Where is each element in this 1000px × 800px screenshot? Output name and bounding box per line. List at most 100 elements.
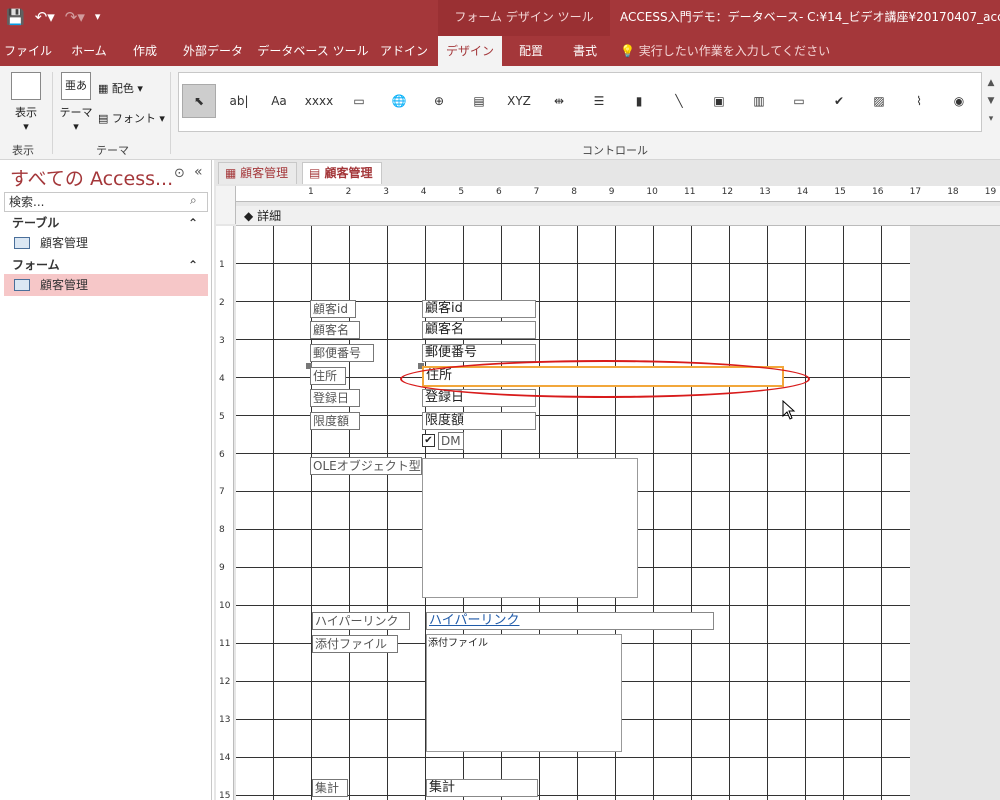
toggle-control-icon[interactable]: ▣ — [702, 84, 736, 118]
tab-arrange[interactable]: 配置 — [506, 36, 556, 66]
ruler-number: 12 — [219, 676, 231, 687]
rectangle-control-icon[interactable]: ▭ — [782, 84, 816, 118]
collapse-pane-icon[interactable]: « — [194, 164, 203, 180]
doc-tab-table[interactable]: ▦ 顧客管理 — [218, 162, 298, 184]
textbox-postal-code[interactable]: 郵便番号 — [422, 344, 536, 362]
label-attachment[interactable]: 添付ファイル — [312, 635, 398, 653]
tab-format[interactable]: 書式 — [560, 36, 610, 66]
view-button[interactable]: 表示 ▾ — [6, 72, 46, 133]
button-control-icon[interactable]: xxxx — [302, 84, 336, 118]
ruler-number: 10 — [219, 601, 231, 612]
checkbox-control-icon[interactable]: ✔ — [822, 84, 856, 118]
textbox-credit-limit[interactable]: 限度額 — [422, 412, 536, 430]
section-label: 詳細 — [257, 209, 282, 223]
nav-menu-icon[interactable]: ⊙ — [174, 166, 185, 181]
search-icon[interactable]: ⌕ — [190, 193, 197, 208]
group-divider — [170, 72, 171, 154]
ruler-number: 10 — [646, 187, 658, 197]
label-customer-name[interactable]: 顧客名 — [310, 321, 360, 339]
tab-addin[interactable]: アドイン — [374, 36, 434, 66]
undo-icon[interactable]: ↶▾ — [35, 6, 55, 28]
quick-access-toolbar: 💾 ↶▾ ↷▾ ▾ — [6, 6, 100, 28]
tab-file[interactable]: ファイル — [0, 36, 56, 66]
nav-group-tables[interactable]: テーブル ⌃ — [4, 213, 208, 233]
tab-external-data[interactable]: 外部データ — [174, 36, 252, 66]
lightbulb-icon: 💡 — [620, 44, 635, 58]
doc-tab-form[interactable]: ▤ 顧客管理 — [302, 162, 382, 184]
tab-control-control-icon[interactable]: ▭ — [342, 84, 376, 118]
theme-button-label: テーマ — [59, 106, 93, 119]
redo-icon[interactable]: ↷▾ — [65, 6, 85, 28]
ribbon-tab-row: ファイル ホーム 作成 外部データ データベース ツール アドイン デザイン 配… — [0, 36, 1000, 66]
font-button[interactable]: ▤ フォント ▾ — [98, 110, 165, 126]
ruler-number: 19 — [984, 187, 997, 197]
view-button-label: 表示 — [15, 106, 37, 119]
textbox-summary[interactable]: 集計 — [426, 779, 538, 797]
navigation-control-icon[interactable]: ▤ — [462, 84, 496, 118]
label-registered-date[interactable]: 登録日 — [310, 389, 360, 407]
nav-item-table-customer[interactable]: 顧客管理 — [4, 232, 208, 254]
tell-me-box[interactable]: 💡 実行したい作業を入力してください — [620, 36, 830, 66]
customize-qat-icon[interactable]: ▾ — [95, 6, 101, 28]
option-group-control-icon[interactable]: XYZ — [502, 84, 536, 118]
tab-design[interactable]: デザイン — [438, 36, 502, 66]
ole-object-frame[interactable] — [422, 458, 638, 598]
textbox-customer-id[interactable]: 顧客id — [422, 300, 536, 318]
label-customer-id[interactable]: 顧客id — [310, 300, 356, 318]
form-outside-area — [910, 226, 1000, 800]
hyperlink-control-icon[interactable]: 🌐 — [382, 84, 416, 118]
tab-create[interactable]: 作成 — [122, 36, 168, 66]
label-control-icon[interactable]: Aa — [262, 84, 296, 118]
attachment-frame[interactable] — [426, 634, 622, 752]
nav-pane-title[interactable]: すべての Access... — [10, 164, 173, 191]
ruler-number: 3 — [219, 335, 225, 346]
line-control-icon[interactable]: ╲ — [662, 84, 696, 118]
ruler-number: 15 — [834, 187, 846, 197]
tab-home[interactable]: ホーム — [60, 36, 118, 66]
gallery-scroll[interactable]: ▲ ▼ ▾ — [984, 74, 998, 132]
nav-item-label: 顧客管理 — [40, 236, 89, 250]
label-credit-limit[interactable]: 限度額 — [310, 412, 360, 430]
combo-box-control-icon[interactable]: ☰ — [582, 84, 616, 118]
attachment-control-icon[interactable]: ⌇ — [902, 84, 936, 118]
textbox-control-icon[interactable]: ab| — [222, 84, 256, 118]
list-box-control-icon[interactable]: ▥ — [742, 84, 776, 118]
ruler-number: 14 — [796, 187, 809, 197]
image-control-icon[interactable]: ▨ — [862, 84, 896, 118]
label-ole-object[interactable]: OLEオブジェクト型 — [310, 457, 422, 475]
checkbox-dm[interactable]: ✔ — [422, 434, 435, 447]
label-hyperlink[interactable]: ハイパーリンク — [312, 612, 410, 630]
vertical-ruler[interactable]: 1 2 3 4 5 6 7 8 9 10 11 12 13 14 15 — [216, 226, 234, 800]
ruler-number: 18 — [947, 187, 959, 197]
save-icon[interactable]: 💾 — [6, 6, 25, 28]
controls-group-label: コントロール — [582, 144, 648, 157]
page-break-control-icon[interactable]: ⇹ — [542, 84, 576, 118]
label-postal-code[interactable]: 郵便番号 — [310, 344, 374, 362]
label-dm[interactable]: DM — [438, 432, 464, 450]
ruler-number: 2 — [345, 187, 352, 197]
textbox-customer-name[interactable]: 顧客名 — [422, 321, 536, 339]
color-button[interactable]: ▦ 配色 ▾ — [98, 80, 143, 96]
option-button-control-icon[interactable]: ◉ — [942, 84, 976, 118]
controls-gallery-items: ⬉ ab| Aa xxxx ▭ 🌐 ⊕ ▤ XYZ ⇹ ☰ ▮ ╲ ▣ ▥ ▭ ✔ ▨ ⌇ ◉ — [178, 72, 982, 132]
ruler-number: 12 — [721, 187, 734, 197]
horizontal-ruler[interactable]: 1234567891011121314151617181920 — [236, 186, 1000, 202]
font-icon: ▤ — [98, 112, 109, 125]
theme-button[interactable]: 亜あ テーマ ▾ — [58, 72, 94, 133]
detail-section-bar[interactable]: ◆ 詳細 — [236, 206, 1000, 226]
select-pointer-control-icon[interactable]: ⬉ — [182, 84, 216, 118]
mouse-pointer-icon — [782, 400, 796, 420]
ruler-number: 7 — [533, 187, 540, 197]
font-button-label: フォント — [111, 112, 156, 125]
nav-item-form-customer[interactable]: 顧客管理 — [4, 274, 208, 296]
nav-group-forms[interactable]: フォーム ⌃ — [4, 255, 208, 275]
chart-control-icon[interactable]: ▮ — [622, 84, 656, 118]
textbox-hyperlink[interactable]: ハイパーリンク — [426, 612, 714, 630]
ruler-number: 1 — [219, 260, 225, 270]
tab-database-tools[interactable]: データベース ツール — [256, 36, 370, 66]
label-summary[interactable]: 集計 — [312, 779, 348, 797]
form-selector[interactable] — [216, 186, 236, 224]
nav-search-input[interactable]: 検索... — [4, 192, 208, 212]
label-address[interactable]: 住所 — [310, 367, 346, 385]
web-browser-control-icon[interactable]: ⊕ — [422, 84, 456, 118]
